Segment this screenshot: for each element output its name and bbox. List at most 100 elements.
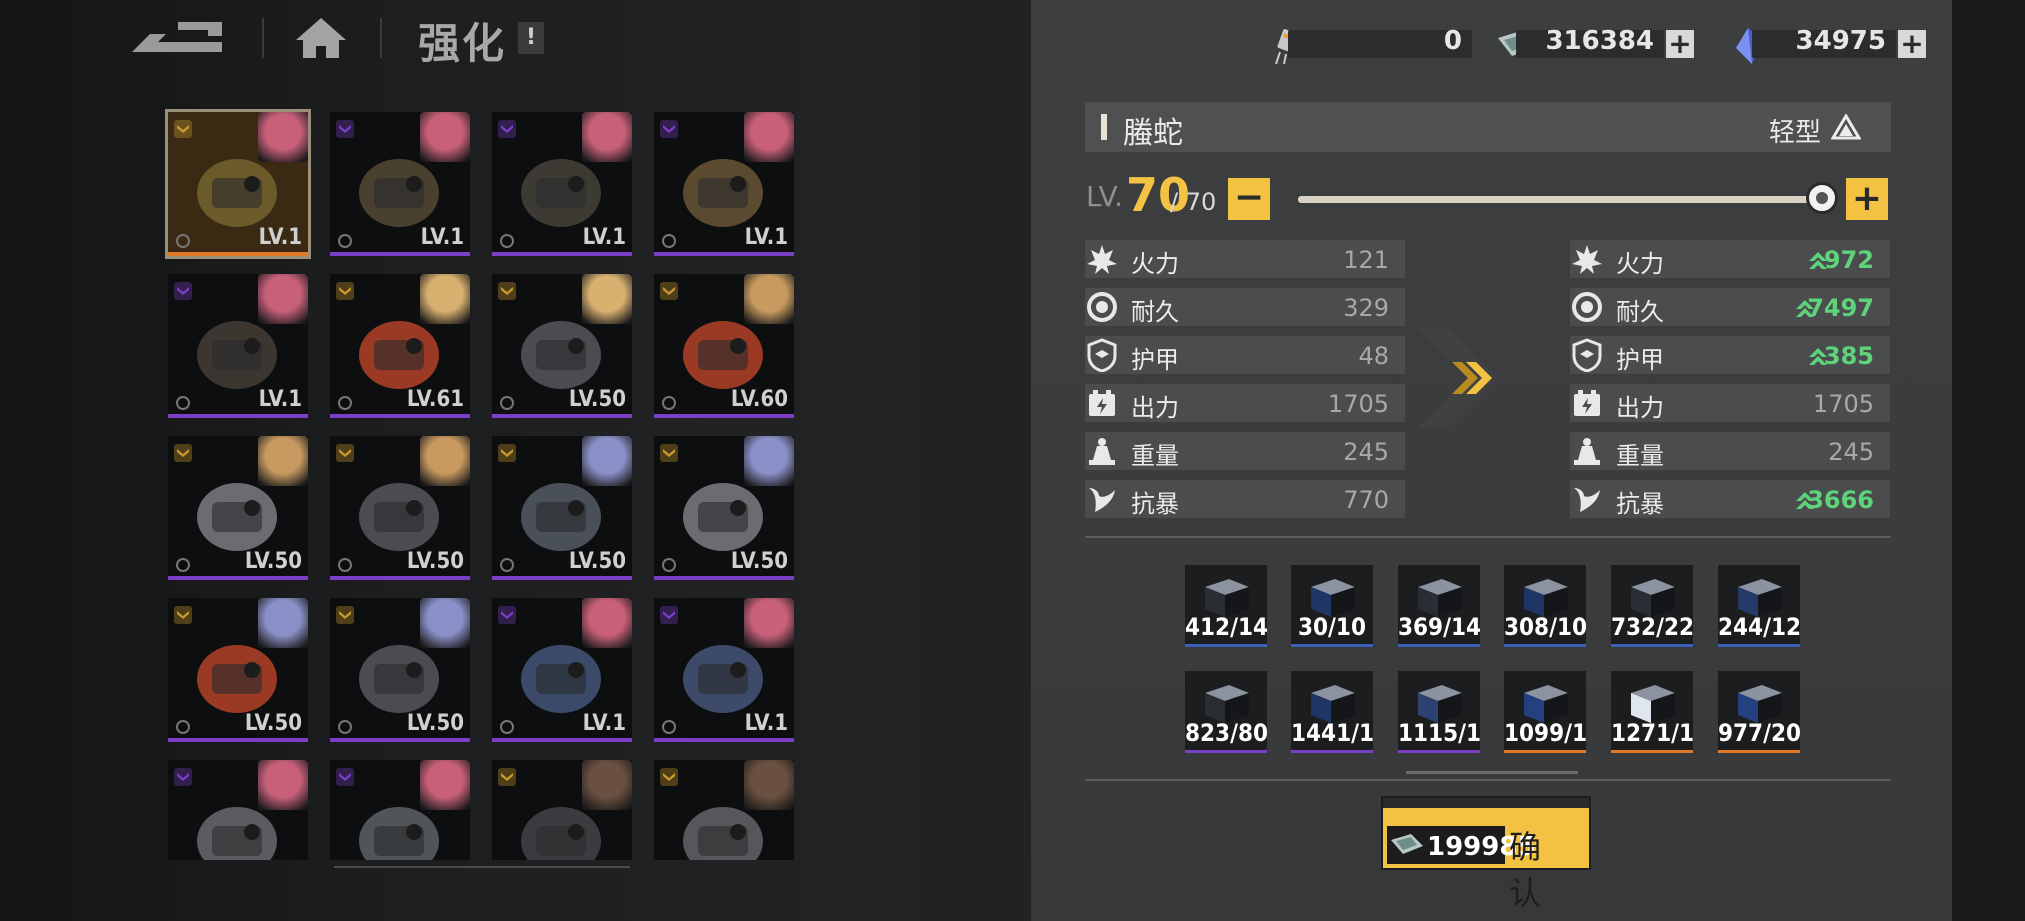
- material-item[interactable]: 244/12: [1718, 565, 1800, 647]
- equip-slot-icon: [176, 234, 190, 248]
- rank-chevron-icon: [498, 282, 516, 300]
- add-crystal-button[interactable]: +: [1898, 30, 1926, 58]
- mech-part-card[interactable]: LV.1: [165, 109, 311, 259]
- stat-name: 火力: [1131, 250, 1179, 278]
- level-max: / 70: [1170, 188, 1217, 216]
- mech-part-image: [683, 645, 763, 713]
- weight-icon: [1089, 438, 1115, 465]
- material-item[interactable]: 308/10: [1504, 565, 1586, 647]
- stat-name: 护甲: [1131, 346, 1179, 374]
- equip-slot-icon: [338, 234, 352, 248]
- level-increase-button[interactable]: +: [1846, 178, 1888, 220]
- mech-part-card[interactable]: LV.1: [492, 112, 632, 256]
- mech-part-card[interactable]: LV.50: [168, 598, 308, 742]
- card-level: LV.50: [406, 549, 464, 574]
- equip-slot-icon: [662, 558, 676, 572]
- level-decrease-button[interactable]: −: [1228, 178, 1270, 220]
- material-count: 1271/160: [1611, 719, 1693, 747]
- power-output-icon: [1574, 390, 1600, 416]
- mech-part-card[interactable]: LV.50: [168, 436, 308, 580]
- material-item[interactable]: 1099/160: [1504, 671, 1586, 753]
- info-button[interactable]: !: [518, 22, 544, 54]
- back-button[interactable]: [122, 14, 232, 60]
- material-item[interactable]: 412/14: [1185, 565, 1267, 647]
- mech-part-card[interactable]: LV.50: [330, 436, 470, 580]
- material-item[interactable]: 30/10: [1291, 565, 1373, 647]
- equip-slot-icon: [176, 720, 190, 734]
- mech-part-image: [683, 483, 763, 551]
- material-item[interactable]: 1115/155: [1398, 671, 1480, 753]
- material-count: 1099/160: [1504, 719, 1586, 747]
- mech-part-card[interactable]: LV.1: [654, 598, 794, 742]
- armor-icon: [1087, 338, 1117, 372]
- stat-name: 护甲: [1616, 346, 1664, 374]
- mech-part-card[interactable]: [330, 760, 470, 860]
- mech-part-card[interactable]: LV.50: [330, 598, 470, 742]
- mech-part-image: [197, 807, 277, 860]
- home-button[interactable]: [294, 14, 348, 62]
- material-item[interactable]: 823/80: [1185, 671, 1267, 753]
- stat-row-after: 耐久 7497: [1570, 288, 1890, 326]
- material-item[interactable]: 1441/120: [1291, 671, 1373, 753]
- mech-part-card[interactable]: [654, 760, 794, 860]
- mech-part-card[interactable]: [492, 760, 632, 860]
- rarity-bar: [1291, 750, 1373, 753]
- card-level: LV.1: [582, 711, 626, 736]
- equip-slot-icon: [338, 558, 352, 572]
- mech-part-card[interactable]: LV.50: [492, 436, 632, 580]
- nav-separator: [262, 18, 264, 58]
- firepower-icon: [1572, 245, 1602, 274]
- rank-chevron-icon: [660, 768, 678, 786]
- part-name: 螣蛇: [1123, 116, 1183, 151]
- level-slider-track[interactable]: [1298, 196, 1822, 203]
- rarity-bar: [330, 414, 470, 418]
- currency-value: 34975: [1795, 26, 1886, 56]
- home-icon: [296, 18, 346, 58]
- rarity-bar: [168, 576, 308, 580]
- mech-part-card[interactable]: LV.1: [492, 598, 632, 742]
- material-count: 412/14: [1185, 613, 1267, 641]
- mech-part-image: [197, 321, 277, 389]
- add-credits-button[interactable]: +: [1666, 30, 1694, 58]
- mech-part-card[interactable]: LV.1: [654, 112, 794, 256]
- stat-value: 972: [1823, 246, 1874, 274]
- equip-slot-icon: [662, 720, 676, 734]
- rarity-bar: [492, 414, 632, 418]
- mech-part-card[interactable]: LV.1: [330, 112, 470, 256]
- mech-part-card[interactable]: LV.1: [168, 274, 308, 418]
- confirm-button[interactable]: 199985 确 认: [1381, 796, 1591, 912]
- level-slider-handle[interactable]: [1806, 182, 1838, 214]
- rarity-bar: [492, 576, 632, 580]
- material-item[interactable]: 732/22: [1611, 565, 1693, 647]
- material-item[interactable]: 369/14: [1398, 565, 1480, 647]
- mech-part-card[interactable]: LV.61: [330, 274, 470, 418]
- mech-part-card[interactable]: [168, 760, 308, 860]
- card-level: LV.1: [258, 387, 302, 412]
- grid-scroll-indicator[interactable]: [334, 866, 630, 868]
- right-edge: [1952, 0, 2025, 921]
- card-level: LV.1: [744, 711, 788, 736]
- rank-chevron-icon: [174, 120, 192, 138]
- mech-part-card[interactable]: LV.60: [654, 274, 794, 418]
- rarity-bar: [654, 252, 794, 256]
- rank-chevron-icon: [174, 768, 192, 786]
- material-item[interactable]: 977/200: [1718, 671, 1800, 753]
- mech-part-image: [359, 645, 439, 713]
- card-level: LV.50: [568, 387, 626, 412]
- rank-chevron-icon: [660, 282, 678, 300]
- stat-name: 出力: [1131, 394, 1179, 422]
- rank-chevron-icon: [498, 120, 516, 138]
- nav-separator: [380, 18, 382, 58]
- mech-part-image: [359, 807, 439, 860]
- rarity-bar: [330, 252, 470, 256]
- rarity-bar: [1504, 750, 1586, 753]
- material-item[interactable]: 1271/160: [1611, 671, 1693, 753]
- mech-part-card[interactable]: LV.50: [654, 436, 794, 580]
- materials-scroll-indicator[interactable]: [1406, 771, 1578, 774]
- part-type: 轻型: [1768, 118, 1821, 148]
- rarity-bar: [654, 576, 794, 580]
- mech-part-image: [521, 159, 601, 227]
- card-level: LV.1: [420, 225, 464, 250]
- mech-part-card[interactable]: LV.50: [492, 274, 632, 418]
- stat-name: 抗暴: [1131, 490, 1179, 518]
